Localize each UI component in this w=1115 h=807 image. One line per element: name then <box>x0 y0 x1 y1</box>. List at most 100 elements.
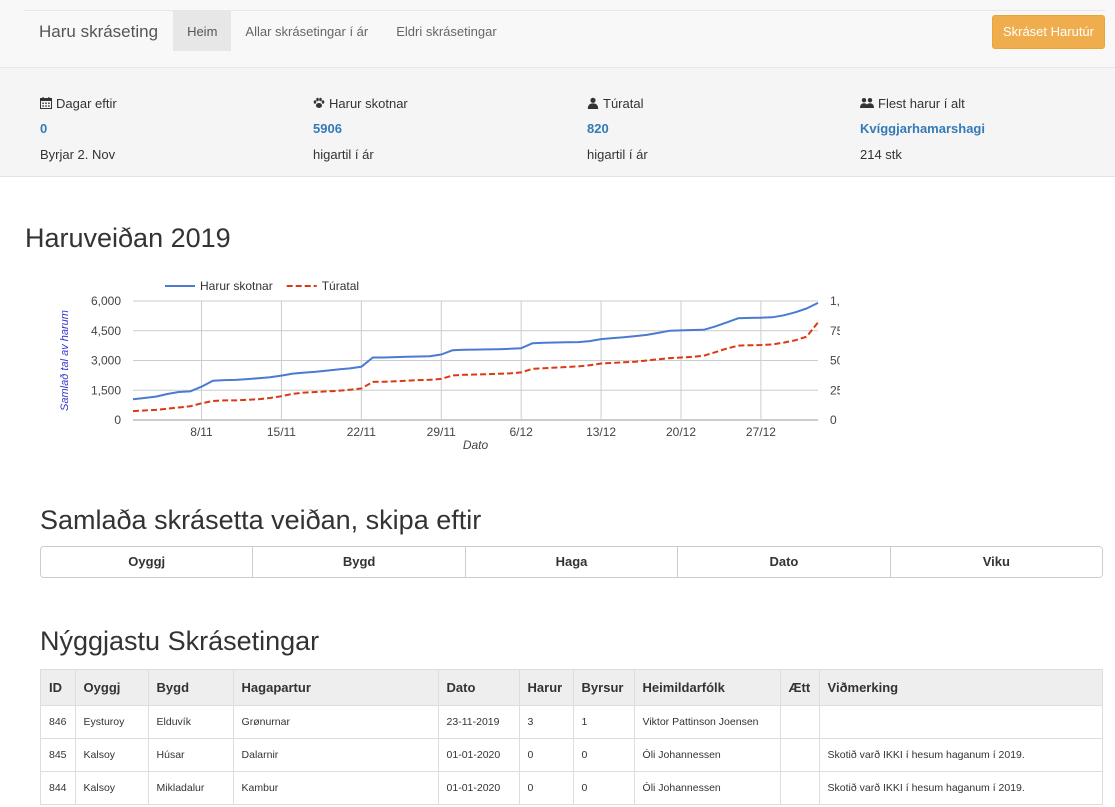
sort-by-village-button[interactable]: Bygd <box>253 547 466 577</box>
col-family: Ætt <box>779 669 820 706</box>
col-hares: Harur <box>518 669 574 706</box>
cell-comment <box>818 705 1104 739</box>
cell-does: 0 <box>572 771 635 805</box>
table-row[interactable]: 845 Kalsoy Húsar Dalarnir 01-01-2020 0 0… <box>40 738 1104 772</box>
col-island: Oyggj <box>74 669 149 706</box>
cell-island: Kalsoy <box>74 738 149 772</box>
sort-button-group: Oyggj Bygd Haga Dato Viku <box>40 546 1103 578</box>
series-line-1 <box>132 321 819 413</box>
sort-heading: Samlaða skrásetta veiðan, skipa eftir <box>40 505 482 535</box>
nav-spacer <box>511 11 992 51</box>
legend-label-1: Túratal <box>322 279 359 293</box>
latest-records-table: ID Oyggj Bygd Hagapartur Dato Harur Byrs… <box>40 669 1104 805</box>
sort-by-week-button[interactable]: Viku <box>890 547 1102 577</box>
navbar: Haru skráseting Heim Allar skrásetingar … <box>0 0 1115 68</box>
table-row[interactable]: 844 Kalsoy Mikladalur Kambur 01-01-2020 … <box>40 771 1104 805</box>
cell-informant: Óli Johannessen <box>633 771 781 805</box>
stat-hares-shot-value: 5906 <box>313 121 342 136</box>
stat-most-hares-label-row: Flest harur í alt <box>860 95 985 111</box>
stat-trips: Túratal 820 higartil í ár <box>587 95 648 163</box>
stat-hares-shot-label: Harur skotnar <box>329 95 408 111</box>
x-tick-label: 27/12 <box>746 425 776 439</box>
col-date: Dato <box>437 669 520 706</box>
y-right-tick-label: 0 <box>830 413 837 427</box>
cell-id: 844 <box>40 771 76 805</box>
col-informant: Heimildarfólk <box>633 669 781 706</box>
cell-date: 01-01-2020 <box>437 771 520 805</box>
stat-most-hares-value[interactable]: Kvíggjarhamarshagi <box>860 121 985 137</box>
stat-hares-shot-label-row: Harur skotnar <box>313 95 408 111</box>
stat-most-hares-sub: 214 stk <box>860 147 902 162</box>
user-icon <box>587 97 599 109</box>
cell-family <box>779 738 820 772</box>
col-id: ID <box>40 669 76 706</box>
y-right-tick-label: 1,000 <box>830 294 840 308</box>
latest-heading: Nýggjastu Skrásetingar <box>40 626 320 656</box>
stat-days-left-label: Dagar eftir <box>56 95 117 111</box>
y-right-tick-label: 750 <box>830 324 840 338</box>
cell-family <box>779 705 820 739</box>
stat-hares-shot-sub: higartil í ár <box>313 147 374 162</box>
stat-hares-shot: Harur skotnar 5906 higartil í ár <box>313 95 408 163</box>
cell-date: 01-01-2020 <box>437 738 520 772</box>
stat-most-hares-label: Flest harur í alt <box>878 95 965 111</box>
y-left-tick-label: 1,500 <box>91 383 121 397</box>
register-trip-button[interactable]: Skráset Harutúr <box>991 15 1105 49</box>
x-tick-label: 15/11 <box>267 425 296 439</box>
series-line-0 <box>132 302 819 401</box>
x-tick-label: 13/12 <box>586 425 616 439</box>
cell-does: 1 <box>572 705 635 739</box>
cell-hares: 0 <box>518 771 574 805</box>
cell-village: Húsar <box>147 738 234 772</box>
stat-trips-sub: higartil í ár <box>587 147 648 162</box>
stat-most-hares: Flest harur í alt Kvíggjarhamarshagi 214… <box>860 95 985 163</box>
chart-heading: Haruveiðan 2019 <box>25 223 231 253</box>
brand-link[interactable]: Haru skráseting <box>24 11 173 51</box>
col-comment: Viðmerking <box>818 669 1104 706</box>
col-pasture: Hagapartur <box>232 669 439 706</box>
nav-item-all-this-year[interactable]: Allar skrásetingar í ár <box>231 11 382 51</box>
sort-by-island-button[interactable]: Oyggj <box>41 547 254 577</box>
stat-trips-value: 820 <box>587 121 609 136</box>
stat-days-left-label-row: Dagar eftir <box>40 95 117 111</box>
cell-id: 845 <box>40 738 76 772</box>
cell-informant: Óli Johannessen <box>633 738 781 772</box>
col-does: Byrsur <box>572 669 635 706</box>
paw-icon <box>313 97 325 108</box>
y-right-tick-label: 500 <box>830 354 840 368</box>
calendar-icon <box>40 97 52 109</box>
stat-trips-label-row: Túratal <box>587 95 648 111</box>
y-left-tick-label: 6,000 <box>91 294 121 308</box>
x-tick-label: 6/12 <box>509 425 533 439</box>
x-tick-label: 20/12 <box>666 425 696 439</box>
cell-island: Kalsoy <box>74 771 149 805</box>
y-right-tick-label: 250 <box>830 383 840 397</box>
cell-comment: Skotið varð IKKI í hesum haganum í 2019. <box>818 738 1104 772</box>
stat-days-left-sub: Byrjar 2. Nov <box>40 147 116 162</box>
nav-item-home[interactable]: Heim <box>173 11 232 51</box>
col-village: Bygd <box>147 669 234 706</box>
stats-panel: Dagar eftir 0 Byrjar 2. Nov Harur skotna… <box>0 68 1115 177</box>
x-tick-label: 22/11 <box>347 425 376 439</box>
nav-item-older[interactable]: Eldri skrásetingar <box>382 11 510 51</box>
table-row[interactable]: 846 Eysturoy Elduvík Grønurnar 23-11-201… <box>40 705 1104 739</box>
cell-informant: Viktor Pattinson Joensen <box>633 705 781 739</box>
cell-does: 0 <box>572 738 635 772</box>
sort-by-date-button[interactable]: Dato <box>678 547 891 577</box>
hunting-line-chart: 0 0 1,500 250 3,000 500 4,500 750 6,000 1,000 8/11… <box>59 279 840 452</box>
x-tick-label: 29/11 <box>427 425 456 439</box>
cell-pasture: Kambur <box>232 771 439 805</box>
sort-by-pasture-button[interactable]: Haga <box>465 547 679 577</box>
cell-village: Mikladalur <box>147 771 234 805</box>
cell-id: 846 <box>40 705 76 739</box>
stat-trips-label: Túratal <box>603 95 644 111</box>
x-axis-title: Dato <box>463 438 489 452</box>
legend-label-0: Harur skotnar <box>200 279 273 293</box>
cell-pasture: Grønurnar <box>232 705 439 739</box>
stat-days-left: Dagar eftir 0 Byrjar 2. Nov <box>40 95 117 163</box>
cell-village: Elduvík <box>147 705 234 739</box>
cell-hares: 3 <box>518 705 574 739</box>
cell-date: 23-11-2019 <box>437 705 520 739</box>
cell-family <box>779 771 820 805</box>
cell-pasture: Dalarnir <box>232 738 439 772</box>
